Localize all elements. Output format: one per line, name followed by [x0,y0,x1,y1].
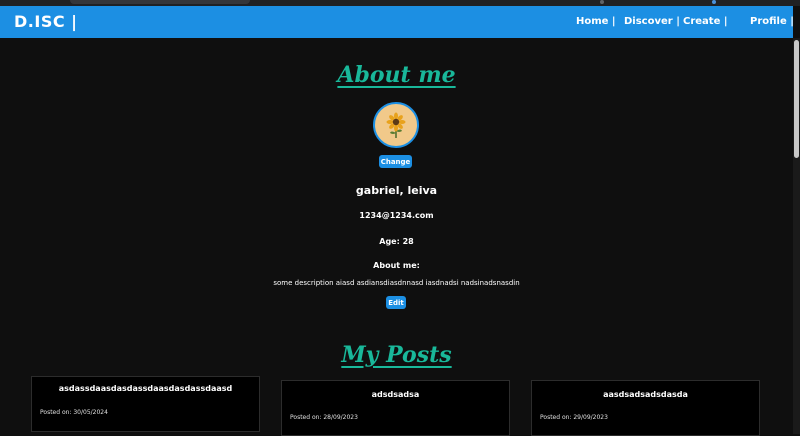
browser-icon [600,0,604,4]
about-heading: About me [337,62,456,88]
address-bar[interactable] [70,0,250,4]
profile-age: Age: 28 [379,237,414,246]
profile-icon[interactable] [712,0,716,4]
nav-link-home[interactable]: Home | [576,16,616,27]
brand-logo[interactable]: D.ISC | [14,12,78,31]
post-date: Posted on: 30/05/2024 [40,409,108,416]
post-date: Posted on: 28/09/2023 [290,414,358,421]
edit-profile-button[interactable]: Edit [386,296,406,309]
nav-link-profile[interactable]: Profile | [750,16,794,27]
post-card[interactable]: asdassdaasdasdassdaasdasdassdaasd Posted… [31,376,260,432]
post-card[interactable]: aasdsadsadsdasda Posted on: 29/09/2023 [531,380,760,436]
nav-link-create[interactable]: Create | [683,16,728,27]
about-label: About me: [373,261,420,270]
profile-name: gabriel, leiva [355,184,438,197]
profile-description: some description aiasd asdiansdiasdnnasd… [273,279,520,287]
change-avatar-button[interactable]: Change [379,155,412,168]
post-title[interactable]: aasdsadsadsdasda [532,390,759,399]
scrollbar-thumb[interactable] [794,40,799,158]
post-date: Posted on: 29/09/2023 [540,414,608,421]
post-title[interactable]: adsdsadsa [282,390,509,399]
posts-heading: My Posts [341,342,452,368]
top-navbar: D.ISC | Home | Discover | Create | Profi… [0,6,794,38]
post-title[interactable]: asdassdaasdasdassdaasdasdassdaasd [32,384,259,393]
nav-link-discover[interactable]: Discover | [624,16,680,27]
post-card[interactable]: adsdsadsa Posted on: 28/09/2023 [281,380,510,436]
avatar [373,102,419,148]
profile-email: 1234@1234.com [359,211,434,220]
sunflower-icon [386,112,406,138]
